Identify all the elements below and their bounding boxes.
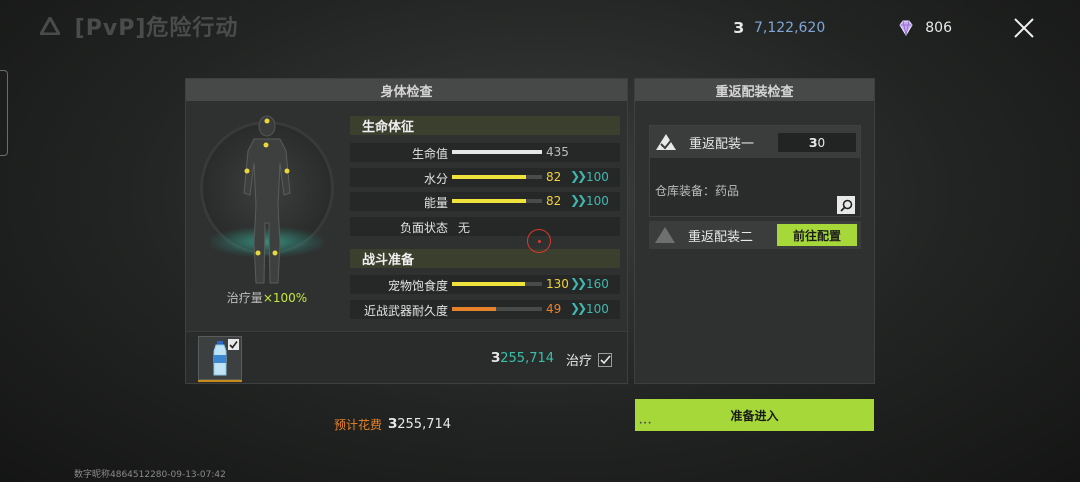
stat-bar bbox=[452, 307, 542, 311]
stat-row-melee-durability: 近战武器耐久度 49 ❯❯ 100 bbox=[350, 300, 620, 319]
double-chevron-icon: ❯❯ bbox=[570, 169, 587, 183]
ready-enter-button[interactable]: 准备进入 ··· bbox=[635, 399, 874, 431]
stat-row-debuff: 负面状态 无 bbox=[350, 217, 620, 236]
check-icon bbox=[229, 341, 238, 349]
double-chevron-icon: ❯❯ bbox=[570, 301, 587, 315]
item-selected-check bbox=[228, 339, 239, 350]
stat-row-energy: 能量 82 ❯❯ 100 bbox=[350, 192, 620, 211]
stat-label: 生命值 bbox=[411, 147, 448, 161]
body-check-panel: 身体检查 治疗量×100% 生命体征 生命值 435 水分 82 ❯❯ 100 … bbox=[185, 78, 628, 384]
ready-enter-label: 准备进入 bbox=[730, 408, 779, 423]
stat-label: 负面状态 bbox=[399, 221, 448, 235]
coin-icon: З bbox=[733, 19, 744, 37]
loadout-one-card: 重返配装一 З0 仓库装备：药品 bbox=[649, 125, 861, 217]
heal-toggle[interactable]: 治疗 bbox=[566, 350, 613, 369]
heal-cost-value: 255,714 bbox=[500, 351, 555, 366]
touch-cursor-indicator bbox=[527, 229, 551, 253]
check-icon bbox=[599, 355, 611, 365]
heal-items-strip: З255,714 治疗 bbox=[186, 331, 627, 383]
item-selected-underline bbox=[198, 380, 242, 382]
estimated-cost-amount: З255,714 bbox=[388, 417, 451, 432]
loadout-two-row[interactable]: 重返配装二 前往配置 bbox=[649, 221, 861, 249]
debuff-value: 无 bbox=[458, 221, 471, 235]
stat-bar bbox=[452, 199, 542, 203]
heal-amount-label: 治疗量 bbox=[226, 291, 263, 305]
item-slot-water-bottle[interactable] bbox=[198, 336, 242, 380]
mission-title: [PvP]危险行动 bbox=[40, 10, 238, 42]
loadout-one-name: 重返配装一 bbox=[689, 136, 755, 152]
close-button[interactable] bbox=[1008, 12, 1040, 44]
double-chevron-icon: ❯❯ bbox=[570, 193, 587, 207]
stat-row-health: 生命值 435 bbox=[350, 143, 620, 162]
coin-icon: З bbox=[491, 351, 501, 366]
search-button[interactable] bbox=[837, 196, 855, 214]
search-icon bbox=[839, 199, 852, 212]
side-drawer-handle[interactable] bbox=[0, 70, 8, 156]
button-decoration-dots: ··· bbox=[639, 419, 653, 429]
gem-amount: 806 bbox=[925, 20, 952, 36]
heal-cost: З255,714 bbox=[491, 351, 554, 366]
character-avatar-area: 治疗量×100% bbox=[196, 109, 338, 309]
stat-row-pet-satiety: 宠物饱食度 130 ❯❯ 160 bbox=[350, 275, 620, 294]
coin-icon: З bbox=[388, 417, 398, 432]
warehouse-gear-label: 仓库装备：药品 bbox=[655, 184, 740, 198]
reload-check-panel: 重返配装检查 重返配装一 З0 仓库装备：药品 重返配装二 前往配置 bbox=[634, 78, 875, 384]
stat-label: 宠物饱食度 bbox=[387, 279, 448, 293]
coin-icon: З bbox=[808, 135, 818, 150]
reload-check-header: 重返配装检查 bbox=[635, 79, 874, 101]
money-amount: 7,122,620 bbox=[754, 20, 826, 36]
character-figure-icon bbox=[243, 115, 291, 284]
loadout-one-cost: З0 bbox=[778, 133, 856, 152]
stat-bar-fill bbox=[452, 150, 542, 154]
close-icon bbox=[1014, 18, 1034, 38]
diamond-icon bbox=[899, 20, 913, 36]
stat-max: 100 bbox=[586, 302, 609, 316]
stat-label: 近战武器耐久度 bbox=[363, 304, 448, 318]
heal-checkbox[interactable] bbox=[598, 352, 613, 367]
stat-max: 100 bbox=[586, 170, 609, 184]
heal-amount: 治疗量×100% bbox=[196, 289, 338, 306]
heal-amount-value: ×100% bbox=[262, 291, 308, 305]
stat-label: 水分 bbox=[423, 172, 448, 186]
stat-max: 160 bbox=[586, 277, 609, 291]
mode-icon bbox=[40, 17, 60, 35]
combat-section-header: 战斗准备 bbox=[350, 249, 620, 268]
loadout-check-icon bbox=[656, 134, 676, 150]
stat-label: 能量 bbox=[423, 196, 448, 210]
stat-max: 100 bbox=[586, 194, 609, 208]
loadout-empty-icon bbox=[655, 227, 675, 243]
estimated-cost-value: 255,714 bbox=[397, 417, 452, 432]
stat-bar bbox=[452, 150, 542, 154]
loadout-two-name: 重返配装二 bbox=[688, 229, 754, 245]
stat-row-hydration: 水分 82 ❯❯ 100 bbox=[350, 168, 620, 187]
stat-current: 435 bbox=[546, 145, 569, 159]
stat-bar bbox=[452, 282, 542, 286]
currency-bar: З 7,122,620 806 bbox=[733, 12, 1040, 44]
double-chevron-icon: ❯❯ bbox=[570, 276, 587, 290]
stat-bar-fill bbox=[452, 307, 497, 311]
water-bottle-icon bbox=[213, 341, 227, 376]
estimated-cost: 预计花费 З255,714 bbox=[334, 416, 451, 433]
mission-title-text: [PvP]危险行动 bbox=[74, 16, 239, 41]
vitals-section-header: 生命体征 bbox=[350, 116, 620, 135]
loadout-one-row[interactable]: 重返配装一 З0 bbox=[650, 126, 860, 158]
watermark: 数字昵称4864512280-09-13-07:42 bbox=[74, 470, 226, 480]
stat-bar-fill bbox=[452, 199, 526, 203]
stat-bar bbox=[452, 175, 542, 179]
stat-bar-fill bbox=[452, 175, 526, 179]
heal-toggle-label: 治疗 bbox=[566, 354, 593, 369]
loadout-one-cost-value: 0 bbox=[817, 135, 826, 150]
body-check-header: 身体检查 bbox=[186, 79, 627, 101]
stat-bar-fill bbox=[452, 282, 525, 286]
goto-config-button[interactable]: 前往配置 bbox=[777, 224, 857, 246]
estimated-cost-label: 预计花费 bbox=[334, 418, 383, 432]
